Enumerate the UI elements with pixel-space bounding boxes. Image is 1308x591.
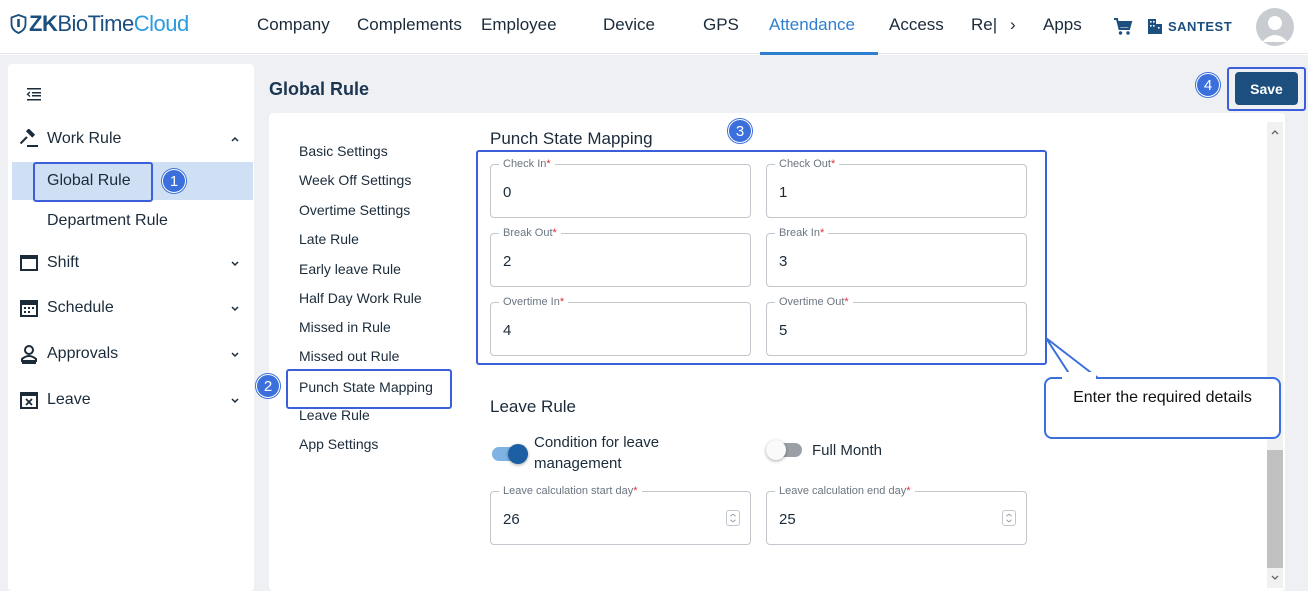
page-title: Global Rule: [269, 79, 370, 99]
subnav-week-off-settings[interactable]: Week Off Settings: [299, 172, 411, 188]
logo-text-biotime: BioTime: [57, 11, 134, 36]
full-month-label: Full Month: [812, 442, 883, 459]
subnav-app-settings[interactable]: App Settings: [299, 436, 378, 452]
step-badge-2: 2: [256, 374, 280, 398]
scroll-down-arrow-icon[interactable]: [1270, 574, 1280, 582]
sidebar-label-approvals: Approvals: [47, 345, 119, 362]
sidebar-item-schedule[interactable]: Schedule: [8, 291, 254, 325]
chevron-down-icon: [231, 306, 239, 312]
highlight-save-button: [1227, 67, 1306, 111]
number-spinner-icon[interactable]: [1002, 510, 1016, 526]
logo-text-zk: ZK: [29, 11, 58, 36]
nav-attendance[interactable]: Attendance: [769, 15, 855, 35]
nav-apps[interactable]: Apps: [1043, 15, 1082, 35]
subnav-leave-rule[interactable]: Leave Rule: [299, 407, 370, 423]
sidebar-label-shift: Shift: [47, 254, 80, 271]
step-badge-3: 3: [728, 119, 752, 143]
schedule-calendar-icon: [20, 300, 38, 317]
nav-more-chevron-icon[interactable]: ›: [1010, 15, 1016, 35]
sidebar-item-department-rule[interactable]: Department Rule: [12, 202, 253, 240]
subnav-early-leave-rule[interactable]: Early leave Rule: [299, 261, 401, 277]
highlight-global-rule: [33, 162, 153, 202]
chevron-up-icon: [231, 136, 239, 142]
cart-icon[interactable]: [1113, 17, 1133, 37]
top-bar: ZK BioTime Cloud Company Complements Emp…: [0, 0, 1308, 55]
nav-reports-truncated[interactable]: Re|: [971, 15, 997, 35]
logo-text-cloud: Cloud: [133, 11, 189, 36]
leave-end-day-input[interactable]: [779, 511, 979, 528]
sidebar-item-approvals[interactable]: Approvals: [8, 337, 254, 371]
step-badge-1: 1: [162, 169, 186, 193]
gavel-icon: [19, 129, 38, 147]
sidebar-label-leave: Leave: [47, 391, 91, 408]
toggle-knob-off: [766, 440, 786, 460]
subnav-late-rule[interactable]: Late Rule: [299, 231, 359, 247]
number-spinner-icon[interactable]: [726, 510, 740, 526]
full-month-toggle[interactable]: [766, 440, 802, 460]
nav-complements[interactable]: Complements: [357, 15, 462, 35]
leave-start-day-input[interactable]: [503, 511, 703, 528]
shield-logo-icon: [10, 14, 27, 34]
subnav-missed-in-rule[interactable]: Missed in Rule: [299, 319, 391, 335]
leave-calendar-icon: [20, 392, 38, 409]
sidebar-item-shift[interactable]: Shift: [8, 246, 254, 280]
sidebar-item-work-rule[interactable]: Work Rule: [8, 122, 254, 156]
subnav-missed-out-rule[interactable]: Missed out Rule: [299, 348, 399, 364]
nav-access[interactable]: Access: [889, 15, 944, 35]
leave-end-day-field[interactable]: Leave calculation end day*: [766, 485, 1027, 545]
callout-pointer-joint: [1062, 372, 1096, 381]
highlight-punch-state-mapping: [286, 369, 452, 409]
shift-calendar-icon: [20, 255, 38, 271]
user-avatar-icon: [1262, 16, 1288, 42]
subnav-half-day-work-rule[interactable]: Half Day Work Rule: [299, 290, 422, 306]
subnav-overtime-settings[interactable]: Overtime Settings: [299, 202, 410, 218]
sidebar-label-work-rule: Work Rule: [47, 130, 122, 147]
instruction-callout: Enter the required details: [1044, 377, 1281, 439]
leave-start-day-label: Leave calculation start day*: [499, 485, 642, 497]
chevron-down-icon: [231, 352, 239, 358]
tenant-name[interactable]: SANTEST: [1168, 19, 1232, 34]
chevron-down-icon: [231, 261, 239, 267]
nav-device[interactable]: Device: [603, 15, 655, 35]
scrollbar-thumb[interactable]: [1267, 450, 1283, 568]
nav-employee[interactable]: Employee: [481, 15, 557, 35]
scroll-up-arrow-icon[interactable]: [1270, 128, 1280, 136]
condition-leave-toggle[interactable]: [492, 444, 528, 464]
collapse-menu-icon[interactable]: [26, 86, 42, 102]
toggle-knob-on: [508, 444, 528, 464]
nav-gps[interactable]: GPS: [703, 15, 739, 35]
leave-rule-title: Leave Rule: [490, 397, 577, 416]
building-icon[interactable]: [1146, 17, 1164, 35]
chevron-down-icon: [231, 398, 239, 404]
highlight-punch-fields: [476, 150, 1047, 365]
punch-state-title: Punch State Mapping: [490, 129, 653, 148]
sidebar-label-schedule: Schedule: [47, 299, 114, 316]
leave-start-day-field[interactable]: Leave calculation start day*: [490, 485, 751, 545]
sidebar-label-department-rule: Department Rule: [47, 212, 168, 229]
subnav-basic-settings[interactable]: Basic Settings: [299, 143, 388, 159]
sidebar: Work Rule Global Rule Department Rule Sh…: [8, 64, 254, 591]
sidebar-item-leave[interactable]: Leave: [8, 383, 254, 417]
condition-leave-label: Condition for leave management: [534, 434, 660, 472]
leave-end-day-label: Leave calculation end day*: [775, 485, 915, 497]
step-badge-4: 4: [1196, 73, 1220, 97]
approvals-person-icon: [21, 345, 37, 364]
user-avatar[interactable]: [1256, 8, 1294, 46]
nav-company[interactable]: Company: [257, 15, 330, 35]
app-logo[interactable]: ZK BioTime Cloud: [10, 11, 189, 37]
